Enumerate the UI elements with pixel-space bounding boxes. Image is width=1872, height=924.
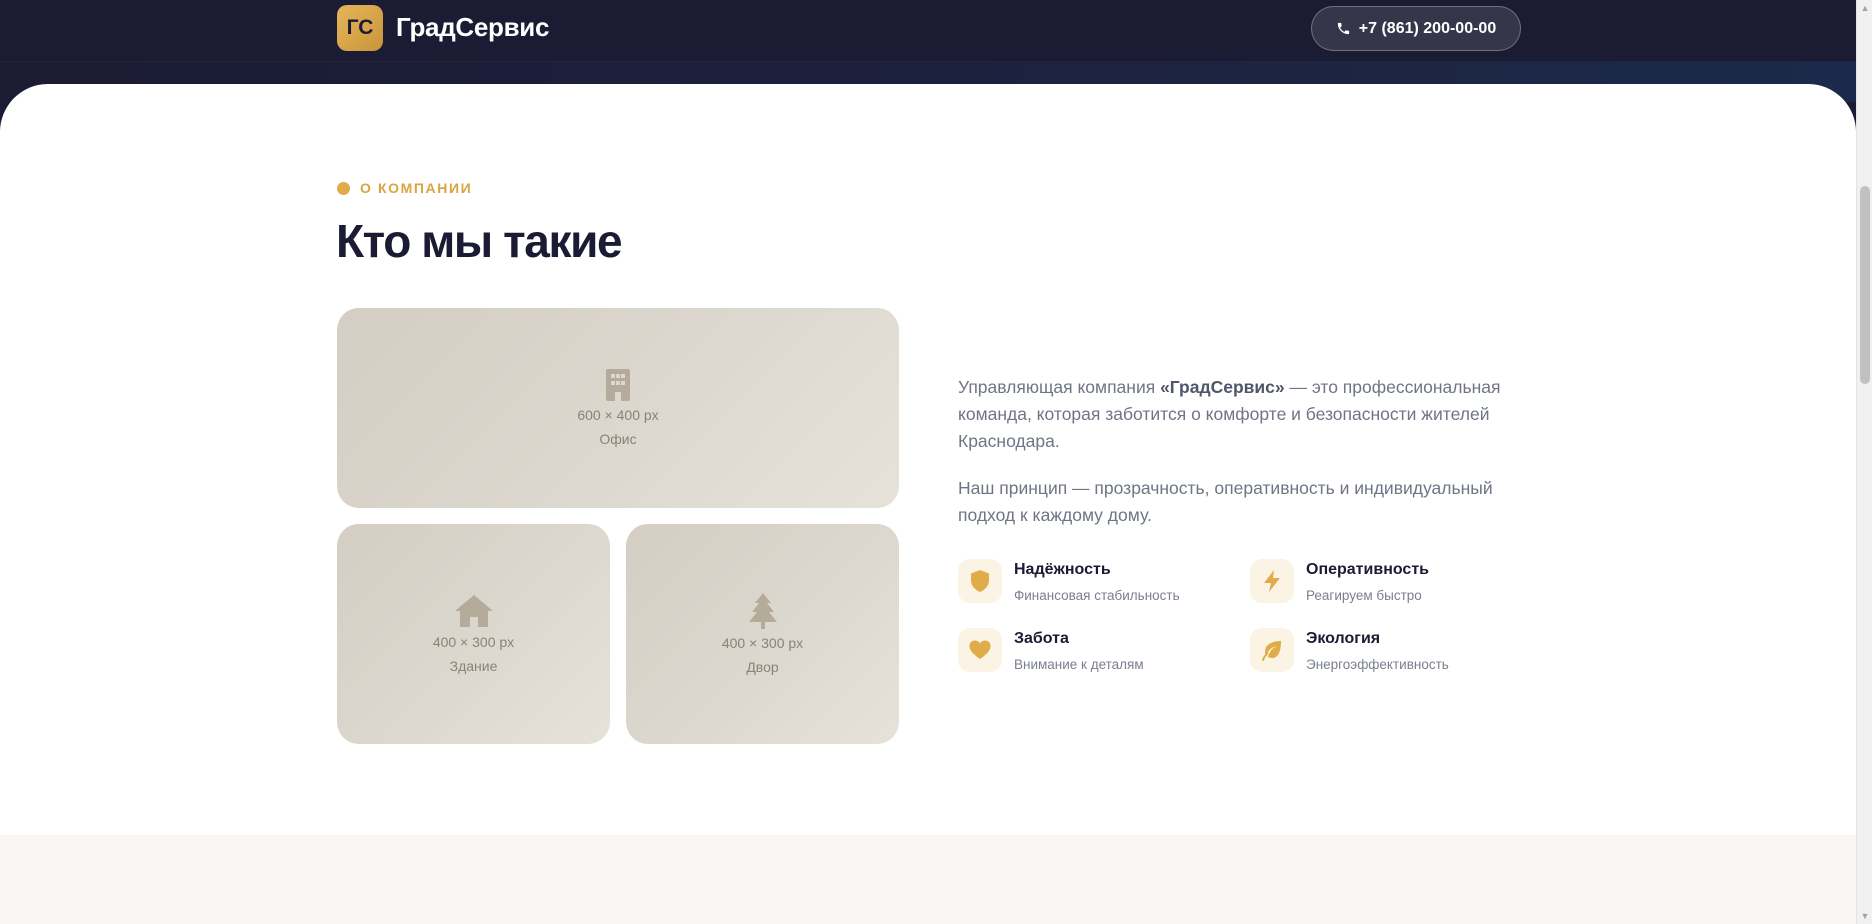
page: ГС ГрадСервис +7 (861) 200-00-00 О КОМПА… [0, 0, 1872, 924]
intro-company: «ГрадСервис» [1160, 377, 1285, 397]
feature-title: Забота [1014, 630, 1069, 647]
feature-icon-box [1250, 559, 1294, 603]
house-icon [454, 595, 493, 627]
feature-icon-box [958, 559, 1002, 603]
image-placeholder-office: 600 × 400 px Офис [337, 308, 899, 508]
vertical-scrollbar[interactable]: ▲ ▼ [1856, 0, 1872, 924]
image-label: Офис [599, 431, 637, 447]
feature-reliability: Надёжность Финансовая стабильность [958, 559, 1180, 603]
scroll-down-arrow-icon[interactable]: ▼ [1857, 908, 1872, 924]
feature-icon-box [958, 628, 1002, 672]
section-eyebrow: О КОМПАНИИ [337, 180, 472, 196]
feature-subtitle: Реагируем быстро [1306, 588, 1422, 603]
phone-button[interactable]: +7 (861) 200-00-00 [1311, 6, 1521, 51]
tree-icon [748, 593, 777, 629]
feature-title: Оперативность [1306, 561, 1429, 578]
principle-paragraph: Наш принцип — прозрачность, оперативност… [958, 478, 1493, 525]
lightning-icon [1264, 570, 1280, 592]
image-placeholder-building: 400 × 300 px Здание [337, 524, 610, 744]
image-label: Двор [746, 659, 779, 675]
feature-title: Экология [1306, 630, 1381, 647]
image-label: Здание [449, 658, 498, 674]
eyebrow-dot [337, 181, 350, 195]
feature-ecology: Экология Энергоэффективность [1250, 628, 1449, 672]
scrollbar-thumb[interactable] [1860, 186, 1870, 384]
feature-subtitle: Внимание к деталям [1014, 657, 1144, 672]
feature-title: Надёжность [1014, 561, 1111, 578]
image-size: 400 × 300 px [721, 635, 804, 651]
next-section [0, 835, 1856, 924]
image-size: 600 × 400 px [577, 407, 659, 423]
eyebrow-text: О КОМПАНИИ [360, 180, 473, 196]
building-icon [606, 369, 630, 401]
shield-icon [971, 570, 989, 592]
about-section [0, 84, 1856, 835]
intro-prefix: Управляющая компания [958, 377, 1161, 397]
logo-badge[interactable]: ГС [337, 5, 383, 51]
feature-speed: Оперативность Реагируем быстро [1250, 559, 1429, 603]
section-title: Кто мы такие [336, 215, 623, 267]
intro-paragraph: Управляющая компания «ГрадСервис» — это … [958, 374, 1518, 455]
scroll-up-arrow-icon[interactable]: ▲ [1857, 0, 1872, 16]
feature-subtitle: Финансовая стабильность [1014, 588, 1180, 603]
phone-number: +7 (861) 200-00-00 [1358, 19, 1497, 37]
heart-icon [969, 640, 991, 659]
logo-name[interactable]: ГрадСервис [396, 12, 549, 43]
image-size: 400 × 300 px [432, 634, 515, 650]
feature-care: Забота Внимание к деталям [958, 628, 1144, 672]
image-placeholder-yard: 400 × 300 px Двор [626, 524, 899, 744]
leaf-icon [1262, 641, 1281, 661]
site-header: ГС ГрадСервис +7 (861) 200-00-00 [0, 0, 1856, 62]
feature-icon-box [1250, 628, 1294, 672]
feature-subtitle: Энергоэффективность [1306, 657, 1449, 672]
phone-icon [1337, 22, 1349, 35]
